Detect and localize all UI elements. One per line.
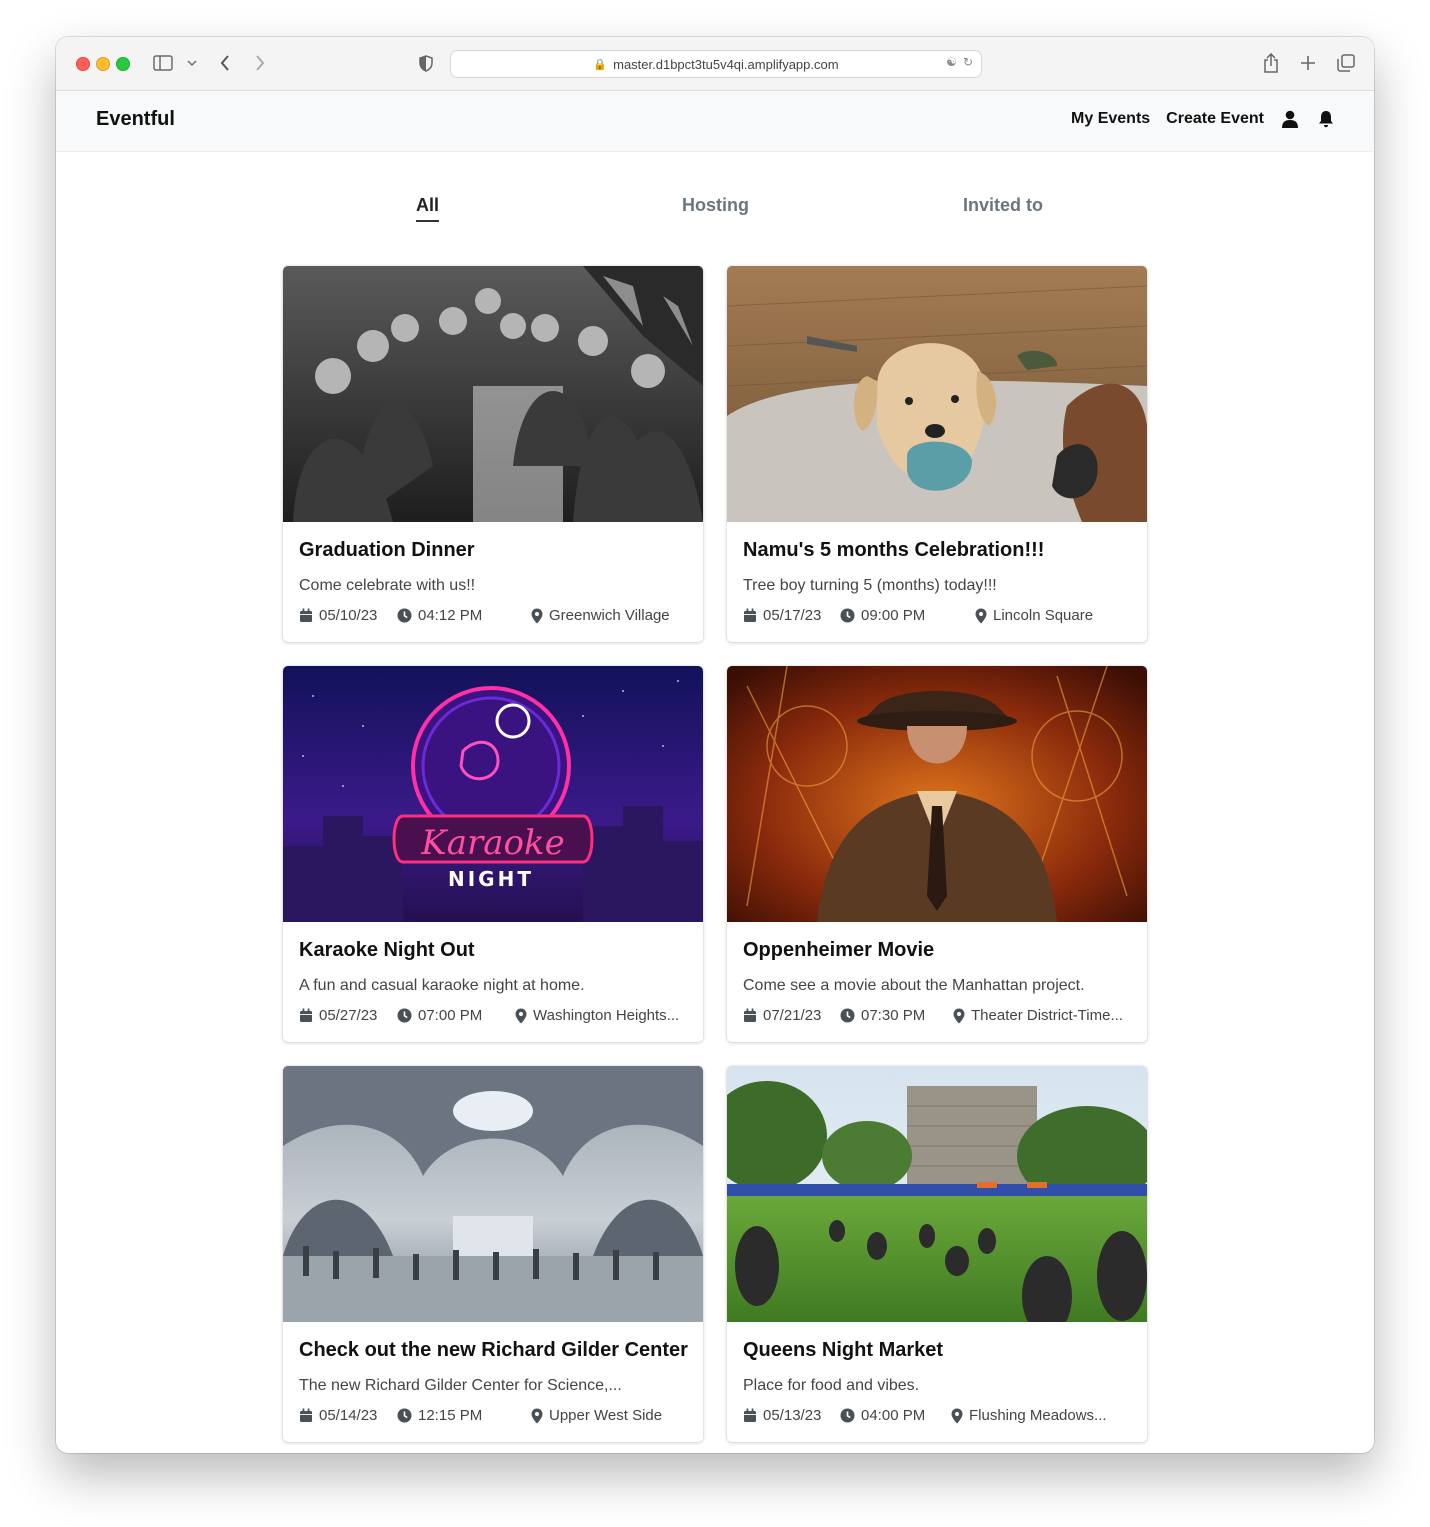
calendar-icon — [744, 1008, 756, 1022]
event-card[interactable]: Graduation Dinner Come celebrate with us… — [283, 266, 703, 642]
back-arrow-icon[interactable] — [216, 52, 234, 74]
event-title: Namu's 5 months Celebration!!! — [743, 539, 1045, 561]
event-image-night-market — [727, 1066, 1147, 1322]
new-tab-icon[interactable] — [1298, 52, 1318, 74]
create-event-link[interactable]: Create Event — [1166, 110, 1264, 128]
event-date: 05/17/23 — [763, 607, 822, 624]
clock-icon — [840, 608, 855, 623]
map-pin-icon — [951, 1408, 963, 1423]
clock-icon — [397, 608, 412, 623]
map-pin-icon — [531, 1408, 543, 1423]
event-title: Karaoke Night Out — [299, 939, 475, 961]
event-location: Theater District-Time... — [971, 1007, 1123, 1024]
event-time: 07:30 PM — [861, 1007, 926, 1024]
event-location: Flushing Meadows... — [969, 1407, 1107, 1424]
browser-window: 🔒 master.d1bpct3tu5v4qi.amplifyapp.com ☯… — [56, 37, 1374, 1453]
event-time: 09:00 PM — [861, 607, 926, 624]
user-icon[interactable] — [1280, 109, 1300, 129]
event-meta: 07/21/23 07:30 PM Theater District-Time.… — [743, 1007, 1133, 1027]
event-title: Check out the new Richard Gilder Center — [299, 1339, 688, 1361]
bell-icon[interactable] — [1316, 109, 1336, 129]
event-description: Come see a movie about the Manhattan pro… — [743, 977, 1085, 994]
event-description: A fun and casual karaoke night at home. — [299, 977, 585, 994]
tab-all[interactable]: All — [416, 195, 440, 222]
event-meta: 05/14/23 12:15 PM Upper West Side — [299, 1407, 689, 1427]
calendar-icon — [300, 1408, 312, 1422]
event-description: Tree boy turning 5 (months) today!!! — [743, 577, 997, 594]
calendar-icon — [300, 608, 312, 622]
event-meta: 05/10/23 04:12 PM Greenwich Village — [299, 607, 689, 627]
event-location: Washington Heights... — [533, 1007, 680, 1024]
event-description: Place for food and vibes. — [743, 1377, 920, 1394]
share-icon[interactable] — [1261, 52, 1281, 74]
clock-icon — [840, 1008, 855, 1023]
my-events-link[interactable]: My Events — [1071, 110, 1150, 128]
event-meta: 05/17/23 09:00 PM Lincoln Square — [743, 607, 1133, 627]
brand-logo[interactable]: Eventful — [96, 108, 175, 131]
event-image-gilder-center — [283, 1066, 703, 1322]
clock-icon — [397, 1008, 412, 1023]
event-title: Oppenheimer Movie — [743, 939, 935, 961]
privacy-shield-icon[interactable] — [416, 52, 436, 74]
lock-icon: 🔒 — [593, 58, 608, 71]
event-card[interactable]: Check out the new Richard Gilder Center … — [283, 1066, 703, 1442]
event-image-namu — [727, 266, 1147, 522]
event-description: The new Richard Gilder Center for Scienc… — [299, 1377, 622, 1394]
calendar-icon — [744, 608, 756, 622]
event-card[interactable]: Oppenheimer Movie Come see a movie about… — [727, 666, 1147, 1042]
clock-icon — [397, 1408, 412, 1423]
event-location: Greenwich Village — [549, 607, 670, 624]
event-date: 05/13/23 — [763, 1407, 822, 1424]
event-filter-tabs: All Hosting Invited to — [56, 195, 1374, 227]
tab-overview-icon[interactable] — [1335, 52, 1357, 74]
event-date: 05/10/23 — [319, 607, 378, 624]
event-description: Come celebrate with us!! — [299, 577, 476, 594]
event-meta: 05/27/23 07:00 PM Washington Heights... — [299, 1007, 689, 1027]
browser-toolbar: 🔒 master.d1bpct3tu5v4qi.amplifyapp.com ☯… — [56, 37, 1374, 91]
tab-invited-to[interactable]: Invited to — [963, 195, 1043, 216]
translate-icon[interactable]: ☯ — [946, 55, 957, 69]
tab-hosting[interactable]: Hosting — [682, 195, 749, 216]
event-image-graduation-dinner — [283, 266, 703, 522]
event-image-karaoke: Karaoke NIGHT — [283, 666, 703, 922]
event-time: 12:15 PM — [418, 1407, 483, 1424]
close-window-button[interactable] — [76, 57, 90, 71]
event-image-oppenheimer — [727, 666, 1147, 922]
event-card[interactable]: Queens Night Market Place for food and v… — [727, 1066, 1147, 1442]
event-date: 05/27/23 — [319, 1007, 378, 1024]
map-pin-icon — [515, 1008, 527, 1023]
sidebar-toggle-icon[interactable] — [152, 52, 174, 74]
zoom-window-button[interactable] — [116, 57, 130, 71]
event-card[interactable]: Karaoke NIGHT Karaoke Night Out A fun an… — [283, 666, 703, 1042]
clock-icon — [840, 1408, 855, 1423]
event-meta: 05/13/23 04:00 PM Flushing Meadows... — [743, 1407, 1133, 1427]
map-pin-icon — [531, 608, 543, 623]
forward-arrow-icon[interactable] — [251, 52, 269, 74]
url-text: master.d1bpct3tu5v4qi.amplifyapp.com — [613, 56, 839, 72]
event-time: 04:12 PM — [418, 607, 483, 624]
night-sign-text: NIGHT — [448, 867, 534, 891]
event-location: Upper West Side — [549, 1407, 663, 1424]
app-navbar: Eventful My Events Create Event — [56, 91, 1374, 152]
event-date: 07/21/23 — [763, 1007, 822, 1024]
minimize-window-button[interactable] — [96, 57, 110, 71]
chevron-down-icon[interactable] — [186, 52, 198, 74]
reload-icon[interactable]: ↻ — [963, 55, 973, 69]
event-card[interactable]: Namu's 5 months Celebration!!! Tree boy … — [727, 266, 1147, 642]
calendar-icon — [744, 1408, 756, 1422]
event-time: 07:00 PM — [418, 1007, 483, 1024]
event-title: Graduation Dinner — [299, 539, 475, 561]
event-location: Lincoln Square — [993, 607, 1094, 624]
address-bar[interactable]: 🔒 master.d1bpct3tu5v4qi.amplifyapp.com ☯… — [450, 50, 982, 78]
event-date: 05/14/23 — [319, 1407, 378, 1424]
map-pin-icon — [953, 1008, 965, 1023]
event-time: 04:00 PM — [861, 1407, 926, 1424]
map-pin-icon — [975, 608, 987, 623]
calendar-icon — [300, 1008, 312, 1022]
event-title: Queens Night Market — [743, 1339, 944, 1361]
karaoke-sign-text: Karaoke — [420, 823, 564, 863]
